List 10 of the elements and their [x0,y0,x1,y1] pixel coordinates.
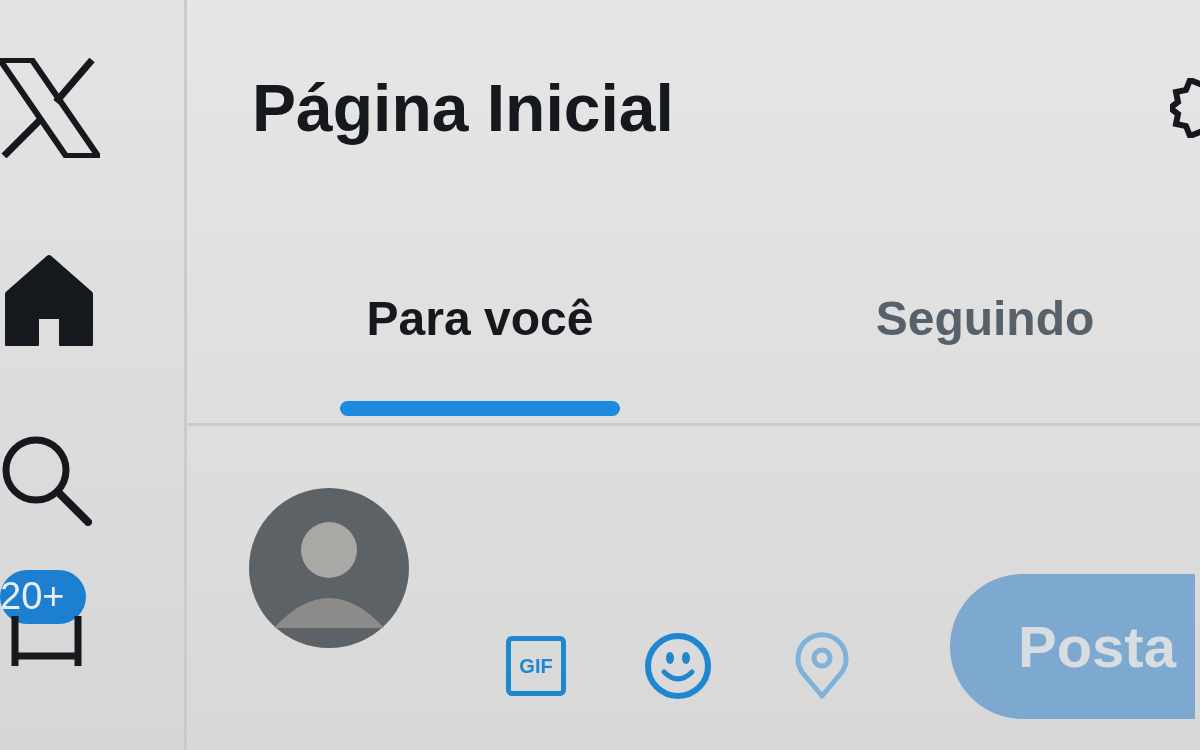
avatar[interactable] [249,488,409,648]
settings-icon[interactable] [1170,77,1200,138]
home-icon[interactable] [4,254,94,346]
x-logo[interactable] [0,57,100,158]
notification-count-badge: 20+ [0,570,87,624]
tab[interactable]: Para você [366,295,594,343]
gif-icon[interactable]: GIF [506,635,566,696]
emoji-icon[interactable] [644,631,712,700]
search-icon[interactable] [0,434,92,526]
tab[interactable]: Seguindo [875,295,1095,343]
